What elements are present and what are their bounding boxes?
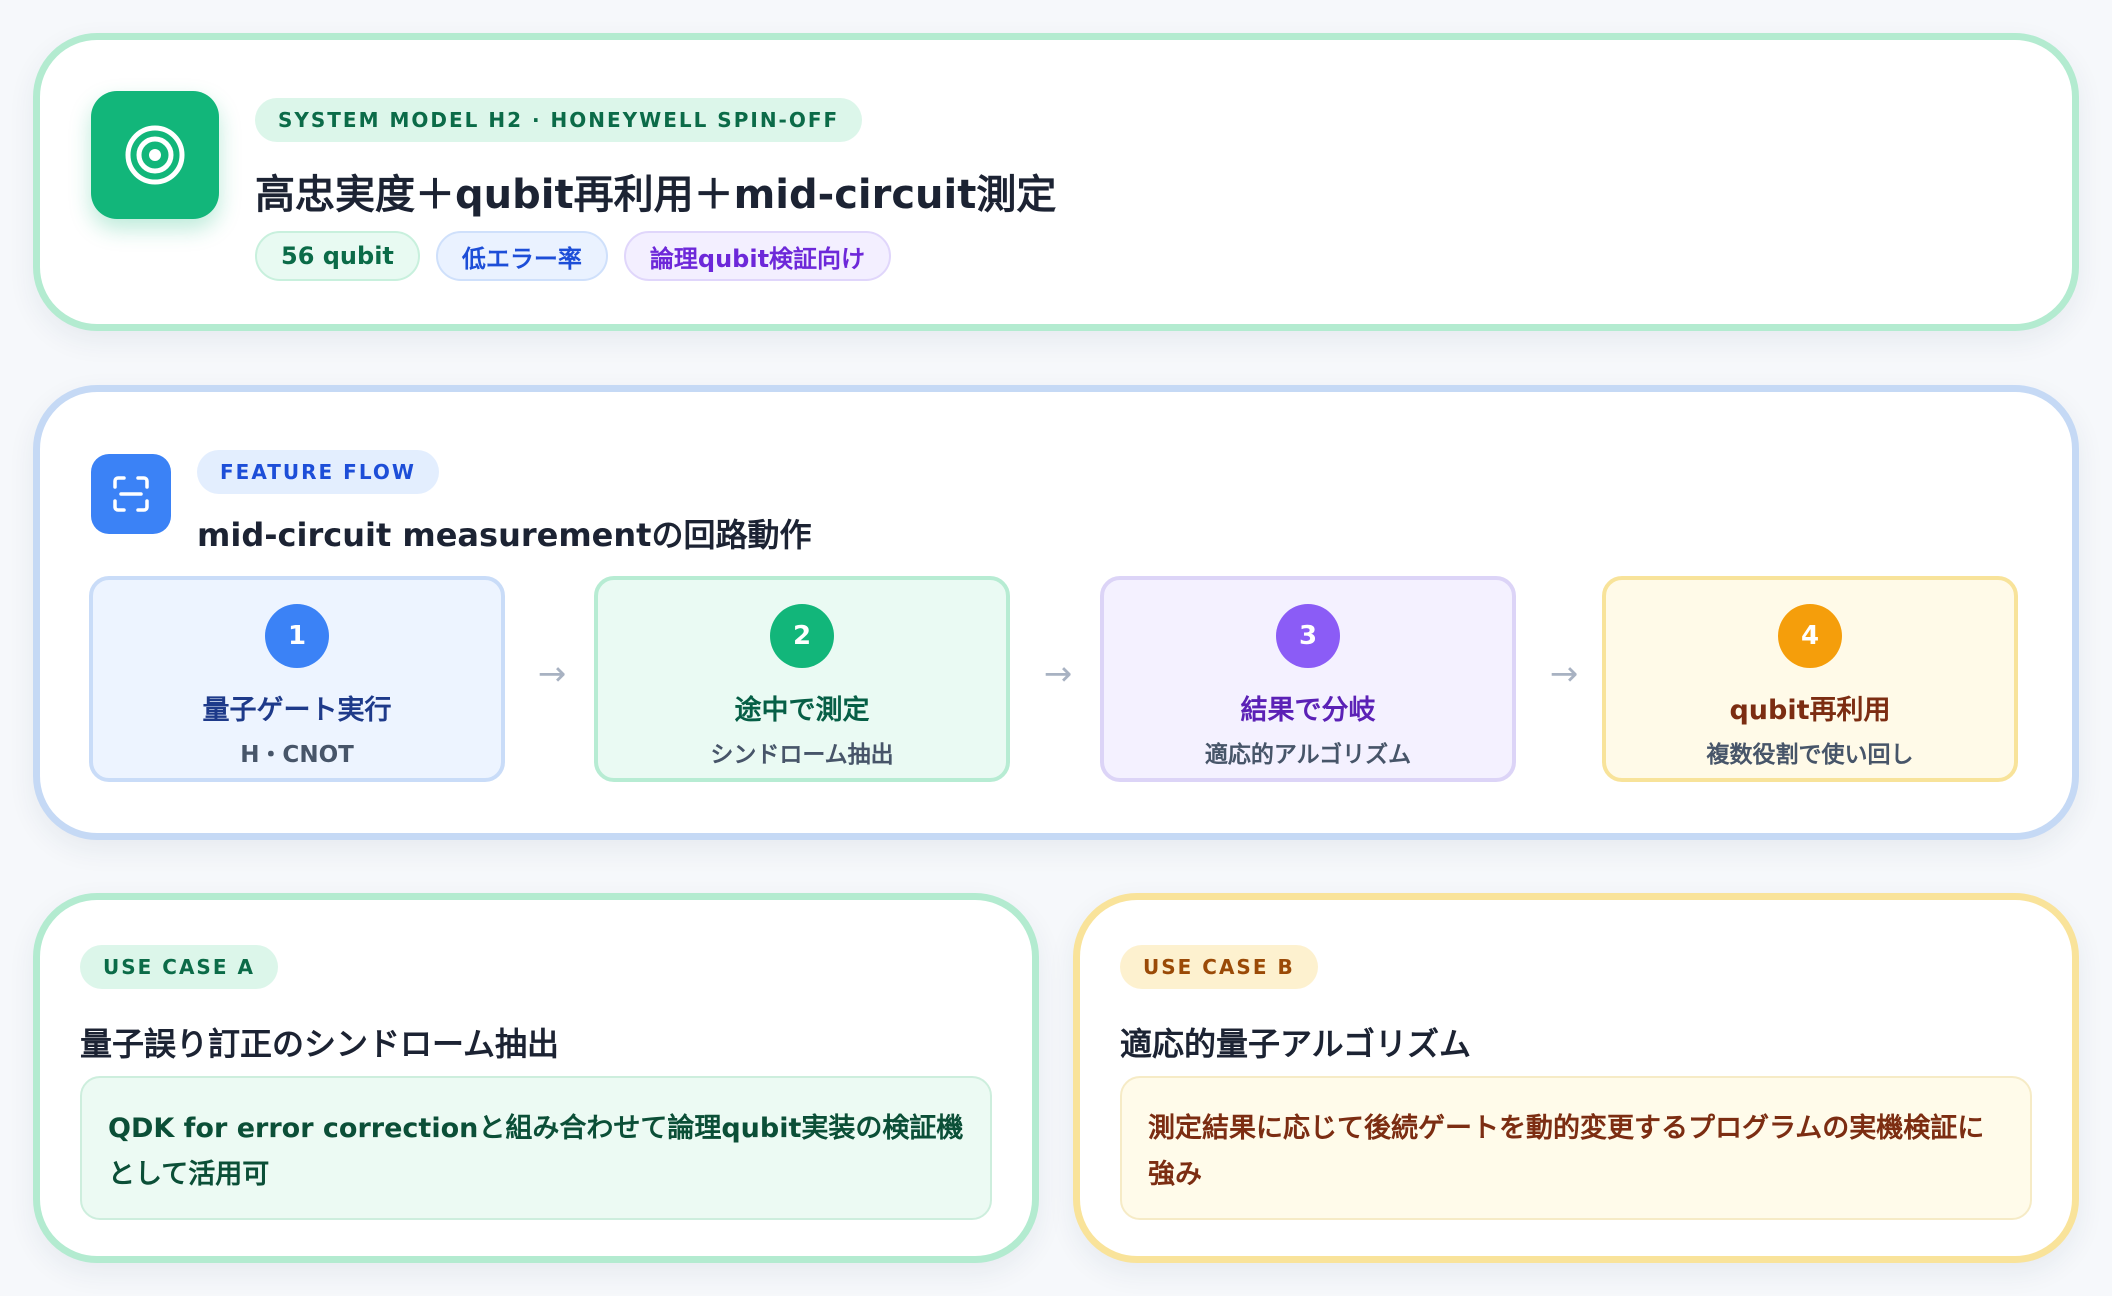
flow-step-4: 4 qubit再利用 複数役割で使い回し: [1602, 576, 2018, 782]
tag-low-error: 低エラー率: [435, 231, 608, 281]
use-case-a-description: QDK for error correctionと組み合わせて論理qubit実装…: [80, 1076, 992, 1220]
flow-icon-tile: [91, 454, 171, 534]
tag-qubit-count: 56 qubit: [255, 231, 420, 281]
step-subtitle: 複数役割で使い回し: [1706, 742, 1914, 768]
system-icon-tile: [91, 91, 219, 219]
use-case-b-card: USE CASE B 適応的量子アルゴリズム 測定結果に応じて後続ゲートを動的変…: [1073, 893, 2079, 1263]
step-subtitle: 適応的アルゴリズム: [1204, 742, 1412, 768]
step-number: 1: [265, 604, 329, 668]
flow-step-1: 1 量子ゲート実行 H・CNOT: [89, 576, 505, 782]
step-number: 4: [1778, 604, 1842, 668]
use-case-b-description: 測定結果に応じて後続ゲートを動的変更するプログラムの実機検証に強み: [1120, 1076, 2032, 1220]
step-title: 量子ゲート実行: [202, 695, 392, 726]
step-subtitle: H・CNOT: [240, 742, 354, 768]
flow-steps: 1 量子ゲート実行 H・CNOT → 2 途中で測定 シンドローム抽出 → 3 …: [89, 576, 2018, 782]
use-case-a-title: 量子誤り訂正のシンドローム抽出: [80, 1025, 560, 1063]
system-summary-card: SYSTEM MODEL H2 · HONEYWELL SPIN-OFF 高忠実…: [33, 33, 2079, 331]
arrow-right-icon: →: [1549, 654, 1579, 694]
feature-flow-card: FEATURE FLOW mid-circuit measurementの回路動…: [33, 385, 2079, 840]
flow-eyebrow: FEATURE FLOW: [197, 450, 439, 494]
flow-step-3: 3 結果で分岐 適応的アルゴリズム: [1100, 576, 1516, 782]
use-case-a-eyebrow: USE CASE A: [80, 945, 278, 989]
page-title: 高忠実度＋qubit再利用＋mid-circuit測定: [255, 172, 1057, 218]
arrow-right-icon: →: [537, 654, 567, 694]
use-case-a-card: USE CASE A 量子誤り訂正のシンドローム抽出 QDK for error…: [33, 893, 1039, 1263]
tag-list: 56 qubit 低エラー率 論理qubit検証向け: [255, 231, 907, 281]
use-case-b-title: 適応的量子アルゴリズム: [1120, 1025, 1472, 1063]
step-title: 途中で測定: [734, 695, 870, 726]
scan-icon: [113, 476, 149, 512]
arrow-right-icon: →: [1043, 654, 1073, 694]
flow-title: mid-circuit measurementの回路動作: [197, 516, 812, 554]
tag-logical-qubit: 論理qubit検証向け: [623, 231, 892, 281]
step-title: qubit再利用: [1729, 695, 1891, 726]
step-number: 2: [770, 604, 834, 668]
step-number: 3: [1276, 604, 1340, 668]
system-eyebrow: SYSTEM MODEL H2 · HONEYWELL SPIN-OFF: [255, 98, 863, 142]
use-case-b-eyebrow: USE CASE B: [1120, 945, 1318, 989]
flow-step-2: 2 途中で測定 シンドローム抽出: [594, 576, 1010, 782]
step-subtitle: シンドローム抽出: [710, 742, 894, 768]
target-icon: [125, 125, 185, 185]
step-title: 結果で分岐: [1240, 695, 1376, 726]
